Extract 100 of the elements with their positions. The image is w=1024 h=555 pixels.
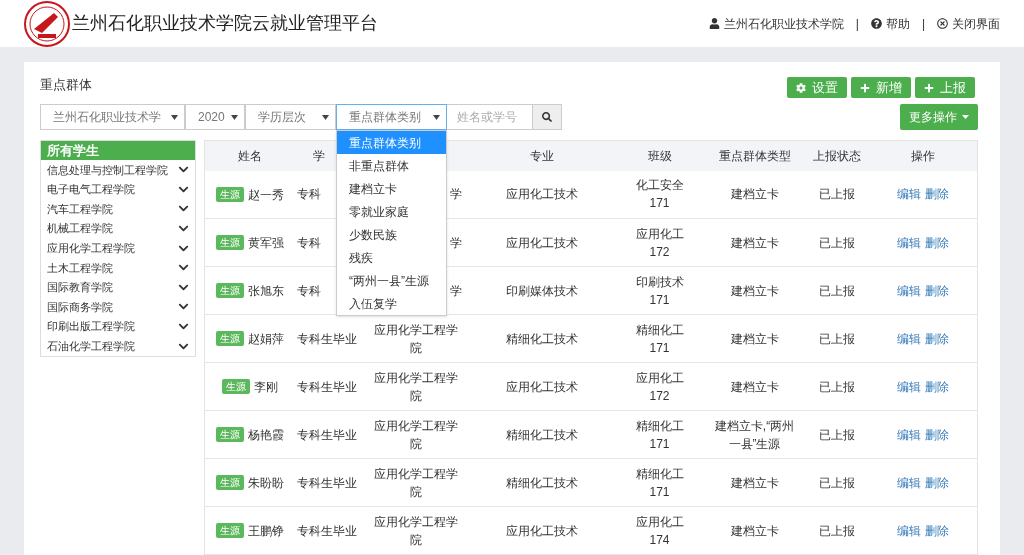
delete-link[interactable]: 删除 [925, 281, 950, 300]
tree-item[interactable]: 国际商务学院 [41, 297, 195, 317]
caret-icon [433, 114, 440, 120]
college-select[interactable]: 兰州石化职业技术学 [40, 104, 185, 130]
tree-item[interactable]: 应用化学工程学院 [41, 238, 195, 258]
plus-icon [924, 82, 934, 93]
source-tag: 生源 [215, 523, 244, 539]
tree-item[interactable]: 印刷出版工程学院 [41, 316, 195, 337]
search-icon [542, 112, 552, 122]
class-name: 精细化工171 [634, 321, 685, 357]
delete-link[interactable]: 删除 [925, 329, 950, 348]
dropdown-option[interactable]: 非重点群体 [337, 154, 446, 177]
source-tag: 生源 [215, 235, 244, 251]
caret-icon [322, 114, 329, 120]
caret-icon [171, 114, 178, 120]
college-name: 应用化学工程学院 [372, 369, 459, 405]
dropdown-option[interactable]: 零就业家庭 [337, 200, 446, 223]
edit-link[interactable]: 编辑 [897, 521, 922, 540]
student-name: 朱盼盼 [247, 474, 284, 492]
help-icon [870, 18, 882, 29]
search-button[interactable] [533, 104, 562, 130]
group-type-select[interactable]: 重点群体类别 [336, 104, 447, 130]
education-level: 专科生毕业 [296, 331, 357, 346]
group-type: 建档立卡 [730, 474, 779, 492]
group-type: 建档立卡,“两州一县”生源 [713, 417, 796, 453]
delete-link[interactable]: 删除 [925, 473, 950, 492]
column-header: 专业 [530, 148, 554, 163]
major-name: 精细化工技术 [506, 331, 578, 346]
edit-link[interactable]: 编辑 [897, 377, 922, 396]
education-level: 专科 [296, 187, 321, 202]
delete-link[interactable]: 删除 [925, 377, 950, 396]
user-icon [708, 18, 720, 29]
edit-link[interactable]: 编辑 [897, 473, 922, 492]
dropdown-option[interactable]: 少数民族 [337, 223, 446, 246]
help-link[interactable]: 帮助 [870, 14, 910, 33]
major-name: 应用化工技术 [506, 187, 578, 202]
edit-link[interactable]: 编辑 [897, 425, 922, 444]
tree-item[interactable]: 汽车工程学院 [41, 199, 195, 219]
report-status: 已上报 [819, 523, 855, 538]
column-header: 上报状态 [813, 148, 861, 163]
close-link[interactable]: 关闭界面 [937, 14, 1000, 33]
report-status: 已上报 [819, 475, 855, 490]
tree-item[interactable]: 电子电气工程学院 [41, 179, 195, 200]
group-type: 建档立卡 [730, 522, 779, 540]
tree-item[interactable]: 信息处理与控制工程学院 [41, 160, 195, 180]
year-select[interactable]: 2020 [185, 104, 245, 130]
delete-link[interactable]: 删除 [925, 521, 950, 540]
dropdown-option[interactable]: 入伍复学 [337, 292, 446, 315]
more-actions-button[interactable]: 更多操作 [900, 104, 978, 130]
column-header: 重点群体类型 [718, 148, 791, 163]
dropdown-option[interactable]: 重点群体类别 [337, 131, 446, 154]
panel-title: 重点群体 [40, 76, 92, 94]
delete-link[interactable]: 删除 [925, 185, 950, 204]
college-name: 学 [449, 186, 462, 204]
report-status: 已上报 [819, 427, 855, 442]
student-name: 王鹏铮 [247, 522, 284, 540]
dropdown-option[interactable]: 建档立卡 [337, 177, 446, 200]
major-name: 应用化工技术 [506, 235, 578, 250]
group-type: 建档立卡 [730, 186, 779, 204]
tree-item[interactable]: 土木工程学院 [41, 257, 195, 278]
tree-item[interactable]: 石油化学工程学院 [41, 336, 195, 356]
separator: | [855, 15, 859, 33]
tree-item[interactable]: 机械工程学院 [41, 218, 195, 239]
source-tag: 生源 [215, 331, 244, 347]
add-button[interactable]: 上报 [915, 77, 975, 98]
student-name: 赵一秀 [247, 186, 284, 204]
source-tag: 生源 [215, 427, 244, 443]
report-status: 已上报 [819, 379, 855, 394]
source-tag: 生源 [215, 187, 244, 202]
tree-header[interactable]: 所有学生 [41, 141, 195, 160]
dropdown-option[interactable]: “两州一县”生源 [337, 269, 446, 292]
settings-button[interactable]: 设置 [787, 77, 847, 98]
college-name: 应用化学工程学院 [372, 465, 459, 501]
class-name: 应用化工172 [634, 369, 685, 405]
education-level-select[interactable]: 学历层次 [245, 104, 336, 130]
group-type: 建档立卡 [730, 282, 779, 300]
class-name: 印刷技术171 [634, 273, 685, 309]
column-header: 姓名 [237, 148, 262, 163]
group-type: 建档立卡 [730, 330, 779, 348]
tree-item[interactable]: 国际教育学院 [41, 277, 195, 298]
edit-link[interactable]: 编辑 [897, 233, 922, 252]
student-name: 赵娟萍 [247, 330, 284, 348]
add-button[interactable]: 新增 [851, 77, 911, 98]
dropdown-option[interactable]: 残疾 [337, 246, 446, 269]
search-field[interactable]: 姓名或学号 [447, 104, 533, 130]
edit-link[interactable]: 编辑 [897, 329, 922, 348]
plus-icon [860, 82, 870, 93]
user-link[interactable]: 兰州石化职业技术学院 [708, 14, 844, 33]
class-name: 精细化工171 [634, 465, 685, 501]
major-name: 精细化工技术 [506, 475, 578, 490]
delete-link[interactable]: 删除 [925, 233, 950, 252]
delete-link[interactable]: 删除 [925, 425, 950, 444]
settings-icon [796, 82, 806, 93]
group-type: 建档立卡 [730, 378, 779, 396]
education-level: 专科生毕业 [296, 379, 357, 394]
edit-link[interactable]: 编辑 [897, 185, 922, 204]
separator: | [921, 15, 925, 33]
source-tag: 生源 [221, 379, 250, 395]
edit-link[interactable]: 编辑 [897, 281, 922, 300]
student-name: 李刚 [253, 378, 278, 396]
